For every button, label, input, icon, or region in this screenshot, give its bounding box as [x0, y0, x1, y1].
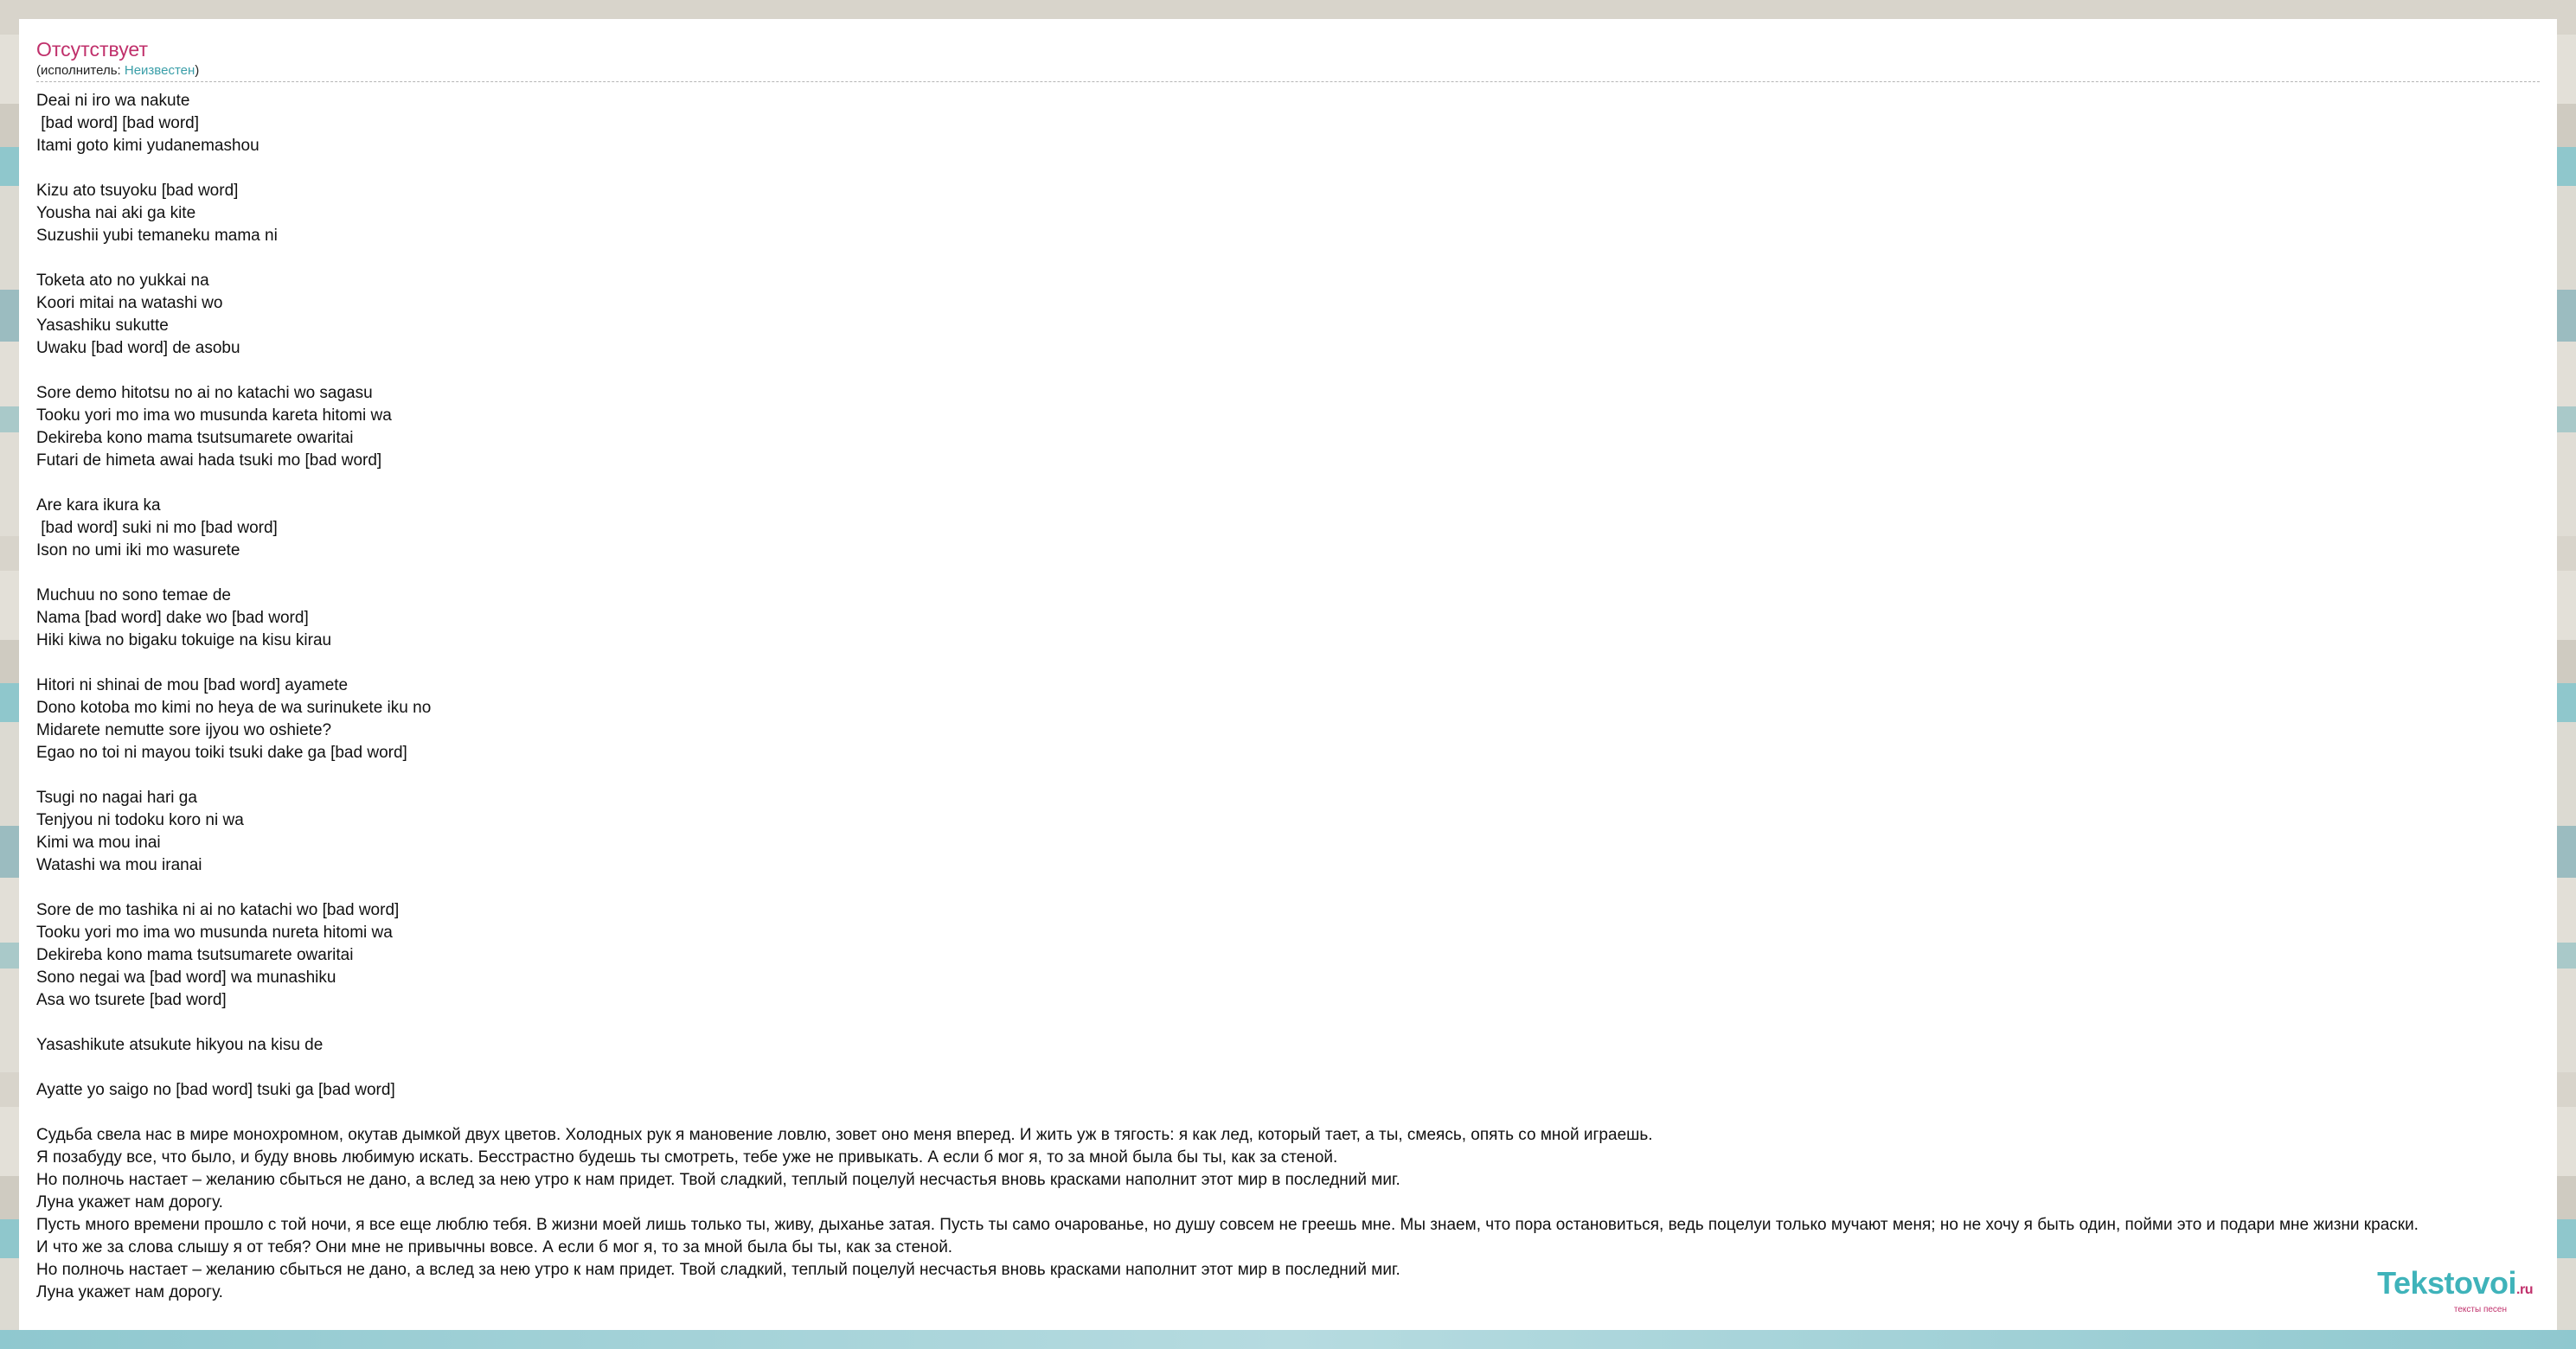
lyrics-line: Futari de himeta awai hada tsuki mo [bad…: [36, 451, 382, 470]
lyrics-stanza: Kizu ato tsuyoku [bad word] Yousha nai ak…: [36, 180, 2557, 247]
lyrics-line: Tooku yori mo ima wo musunda kareta hito…: [36, 406, 392, 425]
bottom-decor-strip: [0, 1330, 2576, 1349]
lyrics-line: Muchuu no sono temae de: [36, 586, 231, 604]
lyrics-line: Я позабуду все, что было, и буду вновь л…: [36, 1148, 1338, 1167]
lyrics-line: Yasashikute atsukute hikyou na kisu de: [36, 1036, 324, 1054]
lyrics-stanza: Deai ni iro wa nakute [bad word] [bad wo…: [36, 90, 2557, 157]
lyrics-line: Uwaku [bad word] de asobu: [36, 339, 240, 357]
lyrics-line: Hiki kiwa no bigaku tokuige na kisu kira…: [36, 631, 332, 649]
lyrics-line: Sore de mo tashika ni ai no katachi wo […: [36, 901, 400, 919]
lyrics-line: Kimi wa mou inai: [36, 834, 161, 852]
lyrics-stanza: Tsugi no nagai hari ga Tenjyou ni todoku …: [36, 787, 2557, 877]
lyrics-line: Судьба свела нас в мире монохромном, оку…: [36, 1126, 1653, 1144]
lyrics-line: Dekireba kono mama tsutsumarete owaritai: [36, 946, 354, 964]
logo-tagline: тексты песен: [2453, 1305, 2507, 1314]
lyrics-stanza: Muchuu no sono temae de Nama [bad word] d…: [36, 585, 2557, 652]
lyrics-line: Sore demo hitotsu no ai no katachi wo sa…: [36, 384, 373, 402]
lyrics-line: Dono kotoba mo kimi no heya de wa surinu…: [36, 699, 432, 717]
lyrics-line: Hitori ni shinai de mou [bad word] ayame…: [36, 676, 349, 694]
lyrics-line: Но полночь настает – желанию сбыться не …: [36, 1171, 1400, 1189]
lyrics-line: Ison no umi iki mo wasurete: [36, 541, 240, 559]
lyrics-line: И что же за слова слышу я от тебя? Они м…: [36, 1238, 953, 1256]
site-logo[interactable]: Tekstovoi.ru тексты песен: [2377, 1268, 2533, 1314]
lyrics-line: Tsugi no nagai hari ga: [36, 789, 197, 807]
lyrics-stanza: Sore de mo tashika ni ai no katachi wo […: [36, 899, 2557, 1012]
lyrics-line: Но полночь настает – желанию сбыться не …: [36, 1261, 1400, 1279]
lyrics-line: Dekireba kono mama tsutsumarete owaritai: [36, 429, 354, 447]
lyrics-line: Yasashiku sukutte: [36, 316, 169, 335]
lyrics-line: Nama [bad word] dake wo [bad word]: [36, 609, 309, 627]
lyrics-line: Tooku yori mo ima wo musunda nureta hito…: [36, 924, 393, 942]
lyrics-stanza: Ayatte yo saigo no [bad word] tsuki ga […: [36, 1079, 2557, 1102]
lyrics-line: [bad word] suki ni mo [bad word]: [36, 519, 278, 537]
lyrics-line: Suzushii yubi temaneku mama ni: [36, 227, 278, 245]
lyrics-line: Tenjyou ni todoku koro ni wa: [36, 811, 244, 829]
lyrics-text: Deai ni iro wa nakute [bad word] [bad wo…: [36, 90, 2557, 1304]
lyrics-stanza: Sore demo hitotsu no ai no katachi wo sa…: [36, 382, 2557, 472]
lyrics-line: Koori mitai na watashi wo: [36, 294, 223, 312]
logo-wordmark: Tekstovoi.ru: [2377, 1268, 2533, 1306]
lyrics-line: Луна укажет нам дорогу.: [36, 1283, 223, 1301]
performer-line: (исполнитель: Неизвестен): [36, 62, 2540, 80]
lyrics-line: Ayatte yo saigo no [bad word] tsuki ga […: [36, 1081, 395, 1099]
lyrics-line: Are kara ikura ka: [36, 496, 161, 515]
lyrics-line: Yousha nai aki ga kite: [36, 204, 196, 222]
lyrics-line: Toketa ato no yukkai na: [36, 272, 209, 290]
lyrics-stanza: Yasashikute atsukute hikyou na kisu de: [36, 1034, 2557, 1057]
performer-suffix: ): [195, 63, 200, 78]
lyrics-stanza: Hitori ni shinai de mou [bad word] ayame…: [36, 674, 2557, 764]
lyrics-line: Deai ni iro wa nakute: [36, 92, 190, 110]
lyrics-line: Пусть много времени прошло с той ночи, я…: [36, 1216, 2419, 1234]
lyrics-stanza: Судьба свела нас в мире монохромном, оку…: [36, 1124, 2557, 1304]
lyrics-line: [bad word] [bad word]: [36, 114, 199, 132]
lyrics-line: Itami goto kimi yudanemashou: [36, 137, 260, 155]
lyrics-line: Egao no toi ni mayou toiki tsuki dake ga…: [36, 744, 407, 762]
lyrics-line: Луна укажет нам дорогу.: [36, 1193, 223, 1212]
performer-prefix: (исполнитель:: [36, 63, 125, 78]
lyrics-line: Kizu ato tsuyoku [bad word]: [36, 182, 239, 200]
lyrics-line: Asa wo tsurete [bad word]: [36, 991, 227, 1009]
lyrics-line: Sono negai wa [bad word] wa munashiku: [36, 969, 336, 987]
performer-link[interactable]: Неизвестен: [125, 63, 195, 78]
lyrics-line: Watashi wa mou iranai: [36, 856, 202, 874]
lyrics-panel: Отсутствует (исполнитель: Неизвестен) De…: [19, 19, 2557, 1330]
logo-name: Tekstovoi: [2377, 1265, 2517, 1301]
logo-tld: .ru: [2516, 1282, 2533, 1297]
song-title: Отсутствует: [36, 38, 148, 61]
lyrics-line: Midarete nemutte sore ijyou wo oshiete?: [36, 721, 332, 739]
lyrics-stanza: Are kara ikura ka [bad word] suki ni mo …: [36, 495, 2557, 562]
lyrics-stanza: Toketa ato no yukkai na Koori mitai na wa…: [36, 270, 2557, 360]
song-header: Отсутствует (исполнитель: Неизвестен): [36, 36, 2540, 82]
